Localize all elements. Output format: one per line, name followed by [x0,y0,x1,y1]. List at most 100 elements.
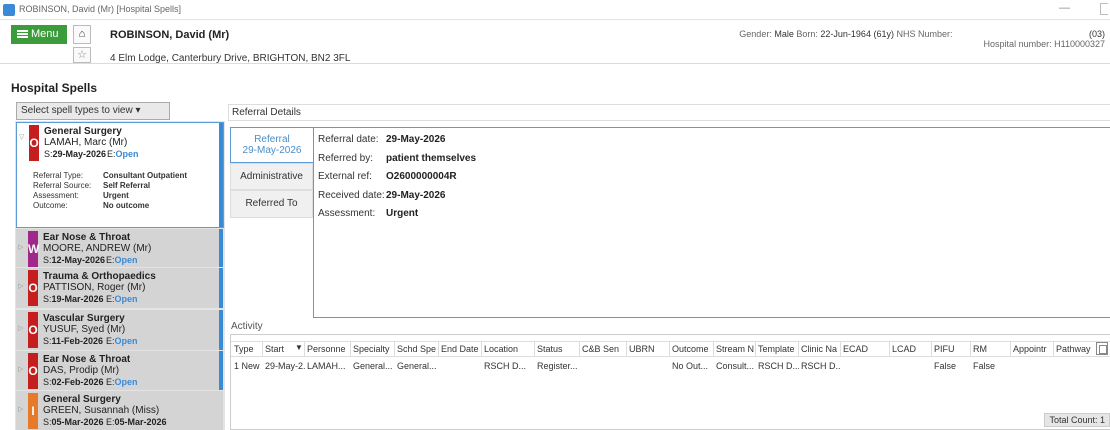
column-header[interactable]: Schd Spe [397,344,439,354]
column-separator[interactable] [931,342,932,356]
column-separator[interactable] [304,342,305,356]
column-separator[interactable] [1053,342,1054,356]
column-separator[interactable] [1010,342,1011,356]
expand-arrow-icon[interactable]: ▷ [18,405,23,413]
column-header[interactable]: C&B Sen [582,344,626,354]
home-icon: ⌂ [78,28,86,40]
end-label: E: [106,336,115,346]
expand-arrow-icon[interactable]: ▷ [18,365,23,373]
column-header[interactable]: Template [758,344,799,354]
field-label: Received date: [318,189,385,201]
column-header[interactable]: Clinic Na [801,344,841,354]
column-header[interactable]: Stream N [716,344,756,354]
column-separator[interactable] [755,342,756,356]
column-chooser-icon[interactable] [1096,342,1108,355]
spell-type-badge: W [28,231,39,267]
detail-value: Consultant Outpatient [103,171,187,180]
grid-cell[interactable]: RSCH D... [758,361,799,371]
grid-cell[interactable]: 1 New F... [234,361,262,371]
column-separator[interactable] [438,342,439,356]
window-titlebar: ROBINSON, David (Mr) [Hospital Spells] — [0,0,1110,20]
end-date: Open [114,294,138,304]
column-header[interactable]: UBRN [629,344,669,354]
spell-card[interactable]: ▷ O Ear Nose & Throat DAS, Prodip (Mr) S:02-… [16,351,223,390]
tab-administrative[interactable]: Administrative [230,163,313,190]
tab-referred-to[interactable]: Referred To [230,190,313,218]
spell-card[interactable]: ▷ O Vascular Surgery YUSUF, Syed (Mr) S:11-F… [16,310,223,350]
spell-card[interactable]: ▷ W Ear Nose & Throat MOORE, ANDREW (Mr) S:1… [16,229,223,267]
column-separator[interactable] [798,342,799,356]
spell-detail-row: Outcome: No outcome [33,201,149,210]
column-separator[interactable] [534,342,535,356]
column-separator[interactable] [262,342,263,356]
grid-cell[interactable]: 29-May-2... [265,361,305,371]
grid-cell[interactable]: Consult... [716,361,756,371]
spell-consultant: DAS, Prodip (Mr) [43,365,120,376]
column-separator[interactable] [626,342,627,356]
patient-name: ROBINSON, David (Mr) [110,29,230,41]
expand-arrow-icon[interactable]: ▷ [18,243,23,251]
column-header[interactable]: Pathway [1056,344,1096,354]
start-date: 29-May-2026 [52,149,107,159]
sort-descending-icon[interactable]: ▼ [295,343,303,352]
spell-consultant: PATTISON, Roger (Mr) [43,282,146,293]
column-header[interactable]: Specialty [353,344,395,354]
field-label: Referral date: [318,134,379,145]
spell-consultant: LAMAH, Marc (Mr) [44,137,128,148]
favourite-button[interactable]: ☆ [73,47,91,63]
column-header[interactable]: Type [234,344,262,354]
minimize-button[interactable]: — [1059,2,1070,14]
grid-cell[interactable]: False [973,361,1011,371]
grid-cell[interactable]: LAMAH... [307,361,351,371]
column-separator[interactable] [394,342,395,356]
patient-banner: Menu ⌂ ☆ ROBINSON, David (Mr) 4 Elm Lodg… [0,20,1110,64]
grid-cell[interactable]: False [934,361,970,371]
spell-start: S:02-Feb-2026 [43,377,104,387]
grid-cell[interactable]: No Out... [672,361,714,371]
grid-cell[interactable]: General... [397,361,439,371]
spell-consultant: GREEN, Susannah (Miss) [43,405,160,416]
column-header[interactable]: RM [973,344,1011,354]
spell-end: E:Open [107,149,139,159]
column-separator[interactable] [713,342,714,356]
column-header[interactable]: ECAD [843,344,889,354]
spell-specialty: Trauma & Orthopaedics [43,271,156,282]
column-separator[interactable] [840,342,841,356]
grid-cell[interactable]: Register... [537,361,579,371]
filter-label: Select spell types to view [21,105,133,116]
spell-card[interactable]: ▽ O General Surgery LAMAH, Marc (Mr) S:29-Ma… [16,122,224,228]
expand-arrow-icon[interactable]: ▷ [18,282,23,290]
home-button[interactable]: ⌂ [73,25,91,44]
referral-tabs: Referral 29-May-2026 Administrative Referre… [230,127,313,317]
spell-start: S:29-May-2026 [44,149,106,159]
column-separator[interactable] [481,342,482,356]
column-separator[interactable] [970,342,971,356]
column-header[interactable]: Outcome [672,344,714,354]
spell-type-filter-dropdown[interactable]: Select spell types to view ▾ [16,102,170,120]
column-header[interactable]: PIFU [934,344,970,354]
column-separator[interactable] [579,342,580,356]
grid-cell[interactable]: RSCH D... [484,361,535,371]
spell-detail-row: Referral Source: Self Referral [33,181,150,190]
spell-card[interactable]: ▷ O Trauma & Orthopaedics PATTISON, Roger (… [16,268,223,308]
menu-label: Menu [31,28,59,40]
menu-button[interactable]: Menu [11,25,67,44]
selection-stripe [219,268,223,308]
app-icon [3,4,15,16]
grid-cell[interactable]: General... [353,361,395,371]
expand-arrow-icon[interactable]: ▷ [18,324,23,332]
grid-cell[interactable]: RSCH D... [801,361,841,371]
column-header[interactable]: Personne [307,344,351,354]
tab-referral[interactable]: Referral 29-May-2026 [230,127,313,163]
column-separator[interactable] [669,342,670,356]
column-separator[interactable] [889,342,890,356]
maximize-button[interactable] [1100,3,1108,15]
column-separator[interactable] [350,342,351,356]
column-header[interactable]: Status [537,344,579,354]
spell-card[interactable]: ▷ I General Surgery GREEN, Susannah (Miss) S… [16,391,223,430]
expand-arrow-icon[interactable]: ▽ [19,133,24,141]
column-header[interactable]: LCAD [892,344,932,354]
column-header[interactable]: Location [484,344,535,354]
column-header[interactable]: End Date [441,344,481,354]
column-header[interactable]: Appointr [1013,344,1053,354]
